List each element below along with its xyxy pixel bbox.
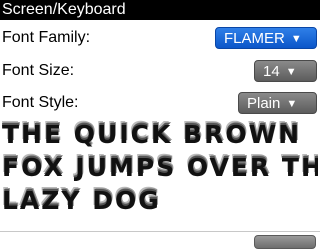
font-style-label: Font Style:: [2, 94, 79, 111]
font-family-dropdown[interactable]: FLAMER ▼: [215, 27, 317, 49]
preview-line: The quick brown: [2, 120, 302, 149]
divider: [0, 231, 320, 232]
font-size-row: Font Size: 14 ▼: [0, 56, 320, 86]
screen-title: Screen/Keyboard: [0, 0, 320, 20]
font-family-label: Font Family:: [2, 29, 91, 46]
font-style-value: Plain: [247, 95, 281, 112]
preview-line: lazy dog: [2, 186, 161, 215]
font-family-value: FLAMER: [224, 30, 285, 47]
font-family-row: Font Family: FLAMER ▼: [0, 23, 320, 53]
font-style-dropdown[interactable]: Plain ▼: [238, 92, 317, 114]
font-size-label: Font Size:: [2, 62, 75, 79]
font-preview-sample: The quick brown fox jumps over the lazy …: [2, 118, 318, 217]
chevron-down-icon: ▼: [290, 33, 302, 45]
font-size-value: 14: [263, 63, 280, 80]
chevron-down-icon: ▼: [286, 98, 298, 110]
partial-bottom-button[interactable]: [254, 235, 316, 249]
preview-line: fox jumps over the: [2, 153, 318, 182]
chevron-down-icon: ▼: [285, 66, 297, 78]
font-style-row: Font Style: Plain ▼: [0, 88, 320, 118]
font-size-dropdown[interactable]: 14 ▼: [254, 60, 317, 82]
